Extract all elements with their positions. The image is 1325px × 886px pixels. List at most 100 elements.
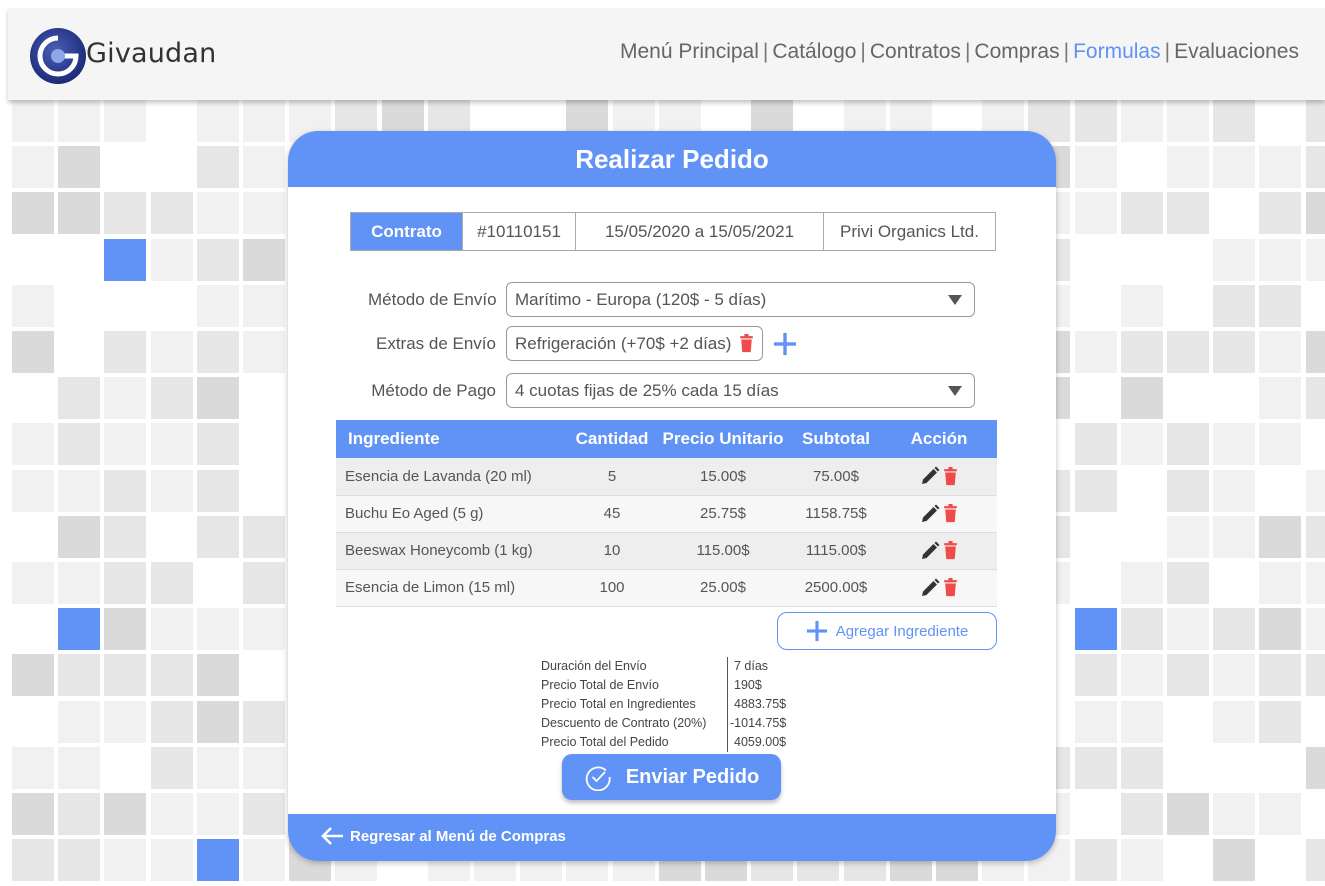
check-circle-icon	[585, 766, 611, 791]
background-tile	[58, 331, 101, 373]
background-tile	[104, 515, 147, 558]
edit-pencil-icon[interactable]	[920, 504, 940, 524]
background-tile	[1213, 423, 1256, 466]
background-tile	[243, 700, 285, 743]
trash-icon[interactable]	[943, 466, 958, 486]
brand-logo[interactable]: Givaudan	[28, 22, 248, 92]
background-tile	[1305, 377, 1325, 420]
send-order-button[interactable]: Enviar Pedido	[562, 754, 781, 800]
background-tile	[150, 654, 193, 697]
main-navigation: Menú Principal | Catálogo | Contratos | Compra…	[620, 40, 1299, 64]
background-tile	[1074, 146, 1117, 189]
background-tile	[150, 100, 193, 142]
background-tile	[1213, 793, 1256, 835]
edit-pencil-icon[interactable]	[920, 466, 940, 486]
background-tile	[1120, 192, 1163, 235]
background-tile	[243, 839, 285, 882]
column-header-unit-price: Precio Unitario	[655, 420, 791, 458]
background-tile	[150, 515, 193, 558]
background-tile	[1213, 608, 1256, 651]
table-row: Buchu Eo Aged (5 g) 45 25.75$ 1158.75$	[336, 495, 997, 533]
trash-icon[interactable]	[943, 541, 958, 560]
background-tile	[58, 238, 101, 281]
cell-unit-price: 25.75$	[655, 495, 791, 533]
background-tile	[1074, 423, 1117, 466]
background-tile	[1120, 469, 1163, 512]
summary-label: Precio Total de Envío	[541, 678, 659, 692]
summary-value: 4883.75$	[727, 695, 786, 714]
edit-pencil-icon[interactable]	[920, 541, 940, 561]
background-tile	[1259, 654, 1302, 697]
nav-compras[interactable]: Compras	[974, 40, 1059, 63]
table-row: Beeswax Honeycomb (1 kg) 10 115.00$ 1115.00…	[336, 532, 997, 570]
nav-menu-principal[interactable]: Menú Principal	[620, 40, 759, 63]
nav-catalogo[interactable]: Catálogo	[772, 40, 856, 63]
modal-footer: Regresar al Menú de Compras	[288, 814, 1056, 861]
summary-row: Descuento de Contrato (20%) -1014.75$	[541, 714, 786, 733]
background-tile	[1259, 839, 1302, 882]
background-tile	[12, 423, 54, 466]
edit-pencil-icon[interactable]	[920, 578, 940, 598]
background-tile-accent	[1074, 608, 1117, 651]
background-tile	[1074, 746, 1117, 789]
background-tile	[243, 562, 285, 604]
add-ingredient-button[interactable]: Agregar Ingrediente	[777, 612, 997, 650]
background-tile	[1120, 146, 1163, 189]
shipping-extra-value: Refrigeración (+70$ +2 días)	[515, 333, 732, 353]
background-tile-accent	[104, 238, 147, 281]
background-tile	[196, 700, 239, 743]
trash-icon[interactable]	[739, 334, 754, 353]
nav-evaluaciones[interactable]: Evaluaciones	[1174, 40, 1299, 63]
background-tile	[1120, 839, 1163, 882]
summary-row: Precio Total de Envío 190$	[541, 676, 786, 695]
background-tile	[1074, 469, 1117, 512]
row-actions	[881, 541, 997, 561]
add-extra-plus-icon[interactable]	[773, 332, 797, 356]
summary-value: -1014.75$	[727, 714, 786, 733]
trash-icon[interactable]	[943, 578, 958, 597]
background-tile	[12, 284, 54, 327]
background-tile	[1213, 192, 1256, 235]
payment-method-value: 4 cuotas fijas de 25% cada 15 días	[515, 380, 779, 400]
payment-method-select[interactable]: 4 cuotas fijas de 25% cada 15 días	[506, 373, 975, 408]
shipping-method-select[interactable]: Marítimo - Europa (120$ - 5 días)	[506, 282, 975, 317]
background-tile	[1305, 839, 1325, 882]
background-tile	[104, 562, 147, 604]
background-tile	[1259, 746, 1302, 789]
background-tile	[1120, 700, 1163, 743]
background-tile	[243, 284, 285, 327]
background-tile	[1213, 700, 1256, 743]
background-tile	[1074, 654, 1117, 697]
background-tile	[1213, 562, 1256, 604]
column-header-quantity: Cantidad	[569, 420, 655, 458]
background-tile	[196, 423, 239, 466]
background-tile	[150, 192, 193, 235]
background-tile	[1167, 146, 1209, 189]
background-tile	[1167, 284, 1209, 327]
cell-unit-price: 25.00$	[655, 569, 791, 607]
background-tile	[1120, 377, 1163, 420]
background-tile	[58, 562, 101, 604]
nav-formulas[interactable]: Formulas	[1073, 40, 1161, 63]
background-tile	[196, 608, 239, 651]
background-tile	[1213, 839, 1256, 882]
nav-contratos[interactable]: Contratos	[870, 40, 961, 63]
background-tile	[1120, 515, 1163, 558]
background-tile	[1259, 793, 1302, 835]
background-tile	[104, 839, 147, 882]
background-tile	[196, 284, 239, 327]
back-to-purchases-label: Regresar al Menú de Compras	[350, 827, 566, 845]
back-to-purchases-link[interactable]: Regresar al Menú de Compras	[320, 826, 566, 846]
background-tile	[150, 839, 193, 882]
background-tile	[1305, 238, 1325, 281]
trash-icon[interactable]	[943, 504, 958, 523]
background-tile	[1167, 331, 1209, 373]
shipping-extras-label: Extras de Envío	[375, 333, 496, 353]
order-modal: Realizar Pedido Contrato #10110151 15/05…	[288, 131, 1056, 861]
background-tile	[1167, 700, 1209, 743]
background-tile	[1213, 515, 1256, 558]
dropdown-arrow-icon	[948, 294, 962, 305]
background-tile	[243, 100, 285, 142]
background-tile	[58, 423, 101, 466]
background-tile	[1259, 700, 1302, 743]
